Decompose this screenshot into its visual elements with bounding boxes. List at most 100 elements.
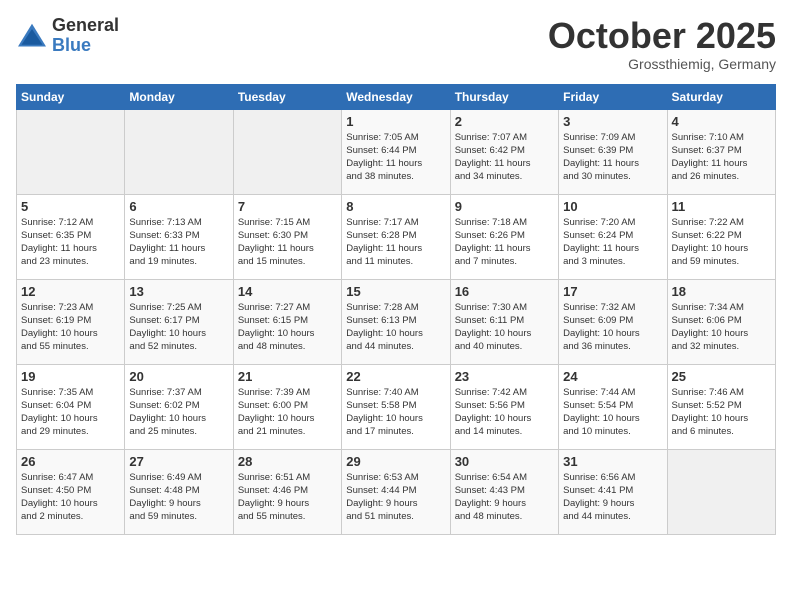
header-thursday: Thursday xyxy=(450,84,558,109)
day-info: Sunrise: 7:12 AM Sunset: 6:35 PM Dayligh… xyxy=(21,216,120,269)
day-number: 29 xyxy=(346,454,445,469)
day-number: 20 xyxy=(129,369,228,384)
day-info: Sunrise: 7:30 AM Sunset: 6:11 PM Dayligh… xyxy=(455,301,554,354)
day-number: 7 xyxy=(238,199,337,214)
day-info: Sunrise: 7:32 AM Sunset: 6:09 PM Dayligh… xyxy=(563,301,662,354)
day-number: 10 xyxy=(563,199,662,214)
day-number: 2 xyxy=(455,114,554,129)
table-row: 31 Sunrise: 6:56 AM Sunset: 4:41 PM Dayli… xyxy=(559,449,667,534)
table-row: 2 Sunrise: 7:07 AM Sunset: 6:42 PM Daylig… xyxy=(450,109,558,194)
day-info: Sunrise: 7:44 AM Sunset: 5:54 PM Dayligh… xyxy=(563,386,662,439)
table-row: 21Sunrise: 7:39 AM Sunset: 6:00 PM Dayli… xyxy=(233,364,341,449)
table-row: 1Sunrise: 7:05 AM Sunset: 6:44 PM Daylig… xyxy=(342,109,450,194)
calendar-table: Sunday Monday Tuesday Wednesday Thursday… xyxy=(16,84,776,535)
day-number: 26 xyxy=(21,454,120,469)
table-row: 6Sunrise: 7:13 AM Sunset: 6:33 PM Daylig… xyxy=(125,194,233,279)
table-row: 12 Sunrise: 7:23 AM Sunset: 6:19 PM Dayli… xyxy=(17,279,125,364)
calendar-week-3: 12 Sunrise: 7:23 AM Sunset: 6:19 PM Dayli… xyxy=(17,279,776,364)
table-row: 15 Sunrise: 7:28 AM Sunset: 6:13 PM Dayli… xyxy=(342,279,450,364)
day-info: Sunrise: 7:28 AM Sunset: 6:13 PM Dayligh… xyxy=(346,301,445,354)
day-info: Sunrise: 7:27 AM Sunset: 6:15 PM Dayligh… xyxy=(238,301,337,354)
day-number: 25 xyxy=(672,369,771,384)
day-number: 31 xyxy=(563,454,662,469)
calendar-week-2: 5 Sunrise: 7:12 AM Sunset: 6:35 PM Daylig… xyxy=(17,194,776,279)
day-number: 27 xyxy=(129,454,228,469)
table-row: 16 Sunrise: 7:30 AM Sunset: 6:11 PM Dayli… xyxy=(450,279,558,364)
calendar-week-4: 19Sunrise: 7:35 AM Sunset: 6:04 PM Dayli… xyxy=(17,364,776,449)
table-row: 28Sunrise: 6:51 AM Sunset: 4:46 PM Dayli… xyxy=(233,449,341,534)
day-info: Sunrise: 7:18 AM Sunset: 6:26 PM Dayligh… xyxy=(455,216,554,269)
day-info: Sunrise: 6:54 AM Sunset: 4:43 PM Dayligh… xyxy=(455,471,554,524)
table-row: 25Sunrise: 7:46 AM Sunset: 5:52 PM Dayli… xyxy=(667,364,775,449)
table-row xyxy=(667,449,775,534)
header-wednesday: Wednesday xyxy=(342,84,450,109)
calendar-week-1: 1Sunrise: 7:05 AM Sunset: 6:44 PM Daylig… xyxy=(17,109,776,194)
table-row: 23 Sunrise: 7:42 AM Sunset: 5:56 PM Dayli… xyxy=(450,364,558,449)
day-info: Sunrise: 7:20 AM Sunset: 6:24 PM Dayligh… xyxy=(563,216,662,269)
day-number: 18 xyxy=(672,284,771,299)
table-row: 11 Sunrise: 7:22 AM Sunset: 6:22 PM Dayli… xyxy=(667,194,775,279)
table-row: 20Sunrise: 7:37 AM Sunset: 6:02 PM Dayli… xyxy=(125,364,233,449)
day-number: 23 xyxy=(455,369,554,384)
day-info: Sunrise: 7:23 AM Sunset: 6:19 PM Dayligh… xyxy=(21,301,120,354)
table-row: 30 Sunrise: 6:54 AM Sunset: 4:43 PM Dayli… xyxy=(450,449,558,534)
day-number: 14 xyxy=(238,284,337,299)
day-number: 13 xyxy=(129,284,228,299)
day-number: 6 xyxy=(129,199,228,214)
header-row: Sunday Monday Tuesday Wednesday Thursday… xyxy=(17,84,776,109)
page-header: General Blue October 2025 Grossthiemig, … xyxy=(16,16,776,72)
header-monday: Monday xyxy=(125,84,233,109)
logo-text: General Blue xyxy=(52,16,119,56)
table-row: 10 Sunrise: 7:20 AM Sunset: 6:24 PM Dayli… xyxy=(559,194,667,279)
logo-icon xyxy=(16,22,48,50)
table-row: 19Sunrise: 7:35 AM Sunset: 6:04 PM Dayli… xyxy=(17,364,125,449)
day-info: Sunrise: 6:49 AM Sunset: 4:48 PM Dayligh… xyxy=(129,471,228,524)
table-row: 17 Sunrise: 7:32 AM Sunset: 6:09 PM Dayli… xyxy=(559,279,667,364)
day-info: Sunrise: 6:53 AM Sunset: 4:44 PM Dayligh… xyxy=(346,471,445,524)
day-number: 5 xyxy=(21,199,120,214)
day-number: 16 xyxy=(455,284,554,299)
table-row: 22Sunrise: 7:40 AM Sunset: 5:58 PM Dayli… xyxy=(342,364,450,449)
table-row: 27 Sunrise: 6:49 AM Sunset: 4:48 PM Dayli… xyxy=(125,449,233,534)
logo-blue-text: Blue xyxy=(52,36,119,56)
day-number: 3 xyxy=(563,114,662,129)
table-row: 5 Sunrise: 7:12 AM Sunset: 6:35 PM Daylig… xyxy=(17,194,125,279)
day-number: 24 xyxy=(563,369,662,384)
day-info: Sunrise: 7:25 AM Sunset: 6:17 PM Dayligh… xyxy=(129,301,228,354)
calendar-title: October 2025 xyxy=(548,16,776,56)
day-info: Sunrise: 7:35 AM Sunset: 6:04 PM Dayligh… xyxy=(21,386,120,439)
table-row: 24 Sunrise: 7:44 AM Sunset: 5:54 PM Dayli… xyxy=(559,364,667,449)
table-row: 7 Sunrise: 7:15 AM Sunset: 6:30 PM Daylig… xyxy=(233,194,341,279)
table-row: 8Sunrise: 7:17 AM Sunset: 6:28 PM Daylig… xyxy=(342,194,450,279)
day-info: Sunrise: 7:42 AM Sunset: 5:56 PM Dayligh… xyxy=(455,386,554,439)
table-row: 9Sunrise: 7:18 AM Sunset: 6:26 PM Daylig… xyxy=(450,194,558,279)
table-row: 29 Sunrise: 6:53 AM Sunset: 4:44 PM Dayli… xyxy=(342,449,450,534)
day-info: Sunrise: 6:56 AM Sunset: 4:41 PM Dayligh… xyxy=(563,471,662,524)
day-number: 17 xyxy=(563,284,662,299)
day-info: Sunrise: 7:07 AM Sunset: 6:42 PM Dayligh… xyxy=(455,131,554,184)
header-sunday: Sunday xyxy=(17,84,125,109)
table-row: 3 Sunrise: 7:09 AM Sunset: 6:39 PM Daylig… xyxy=(559,109,667,194)
header-tuesday: Tuesday xyxy=(233,84,341,109)
day-info: Sunrise: 6:47 AM Sunset: 4:50 PM Dayligh… xyxy=(21,471,120,524)
day-info: Sunrise: 7:15 AM Sunset: 6:30 PM Dayligh… xyxy=(238,216,337,269)
day-info: Sunrise: 7:22 AM Sunset: 6:22 PM Dayligh… xyxy=(672,216,771,269)
table-row: 14 Sunrise: 7:27 AM Sunset: 6:15 PM Dayli… xyxy=(233,279,341,364)
day-number: 8 xyxy=(346,199,445,214)
logo: General Blue xyxy=(16,16,119,56)
table-row xyxy=(233,109,341,194)
table-row: 18 Sunrise: 7:34 AM Sunset: 6:06 PM Dayli… xyxy=(667,279,775,364)
day-info: Sunrise: 7:09 AM Sunset: 6:39 PM Dayligh… xyxy=(563,131,662,184)
table-row: 4Sunrise: 7:10 AM Sunset: 6:37 PM Daylig… xyxy=(667,109,775,194)
calendar-week-5: 26 Sunrise: 6:47 AM Sunset: 4:50 PM Dayli… xyxy=(17,449,776,534)
day-info: Sunrise: 7:10 AM Sunset: 6:37 PM Dayligh… xyxy=(672,131,771,184)
day-number: 30 xyxy=(455,454,554,469)
day-number: 12 xyxy=(21,284,120,299)
day-number: 21 xyxy=(238,369,337,384)
day-number: 11 xyxy=(672,199,771,214)
logo-general-text: General xyxy=(52,16,119,36)
day-number: 15 xyxy=(346,284,445,299)
day-info: Sunrise: 7:34 AM Sunset: 6:06 PM Dayligh… xyxy=(672,301,771,354)
day-info: Sunrise: 6:51 AM Sunset: 4:46 PM Dayligh… xyxy=(238,471,337,524)
table-row: 13 Sunrise: 7:25 AM Sunset: 6:17 PM Dayli… xyxy=(125,279,233,364)
